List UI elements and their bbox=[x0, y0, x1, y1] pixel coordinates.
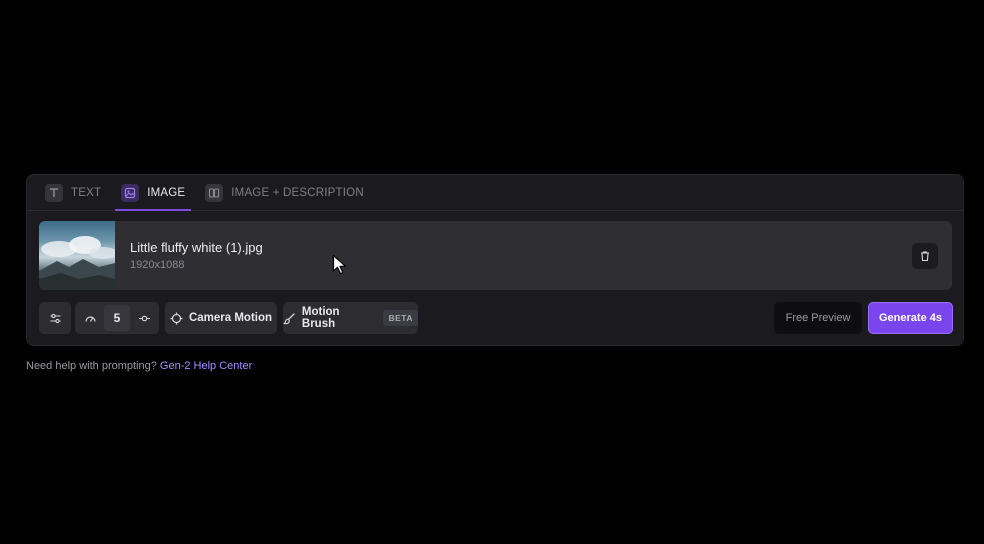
tab-text[interactable]: TEXT bbox=[39, 175, 107, 210]
camera-motion-label: Camera Motion bbox=[188, 312, 273, 324]
image-icon bbox=[121, 183, 140, 202]
camera-motion-button[interactable]: Camera Motion bbox=[165, 302, 277, 334]
tab-image-label: IMAGE bbox=[147, 186, 186, 199]
mouse-cursor-icon bbox=[332, 254, 347, 275]
text-icon bbox=[45, 183, 63, 202]
image-thumbnail bbox=[39, 221, 115, 290]
free-preview-button[interactable]: Free Preview bbox=[774, 302, 862, 334]
motion-gauge-button[interactable] bbox=[76, 302, 104, 334]
motion-brush-button[interactable]: Motion Brush BETA bbox=[283, 302, 418, 334]
motion-brush-label: Motion Brush bbox=[301, 306, 340, 330]
slider-adjust-icon bbox=[138, 315, 150, 321]
gauge-icon bbox=[84, 315, 96, 322]
crosshair-icon bbox=[170, 312, 183, 324]
help-text: Need help with prompting? Gen-2 Help Cen… bbox=[26, 360, 252, 372]
help-center-link[interactable]: Gen-2 Help Center bbox=[160, 360, 252, 372]
generate-button[interactable]: Generate 4s bbox=[868, 302, 953, 334]
tab-image-description[interactable]: IMAGE + DESCRIPTION bbox=[199, 175, 370, 210]
delete-file-button[interactable] bbox=[912, 243, 938, 269]
beta-badge: BETA bbox=[383, 310, 418, 326]
tab-image-description-label: IMAGE + DESCRIPTION bbox=[231, 186, 364, 199]
file-name: Little fluffy white (1).jpg bbox=[130, 240, 263, 255]
motion-value[interactable]: 5 bbox=[104, 305, 130, 331]
uploaded-file-row: Little fluffy white (1).jpg 1920x1088 bbox=[39, 221, 952, 290]
brush-icon bbox=[283, 312, 295, 324]
motion-adjust-button[interactable] bbox=[130, 302, 158, 334]
mode-tabs: TEXT IMAGE IMAGE + DESCRIPTION bbox=[27, 175, 963, 211]
file-dimensions: 1920x1088 bbox=[130, 259, 185, 271]
tab-image[interactable]: IMAGE bbox=[115, 175, 192, 211]
settings-button[interactable] bbox=[39, 302, 71, 334]
image-description-icon bbox=[205, 183, 224, 202]
general-motion-control: 5 bbox=[75, 302, 159, 334]
help-prompt-text: Need help with prompting? bbox=[26, 360, 157, 372]
tab-text-label: TEXT bbox=[71, 186, 102, 199]
generation-panel: TEXT IMAGE IMAGE + DESCRIPTION Little fl… bbox=[26, 174, 964, 346]
trash-icon bbox=[921, 251, 929, 262]
generation-toolbar: 5 Camera Motion Motion Brush BETA Free P… bbox=[39, 302, 953, 334]
sliders-icon bbox=[50, 313, 60, 323]
